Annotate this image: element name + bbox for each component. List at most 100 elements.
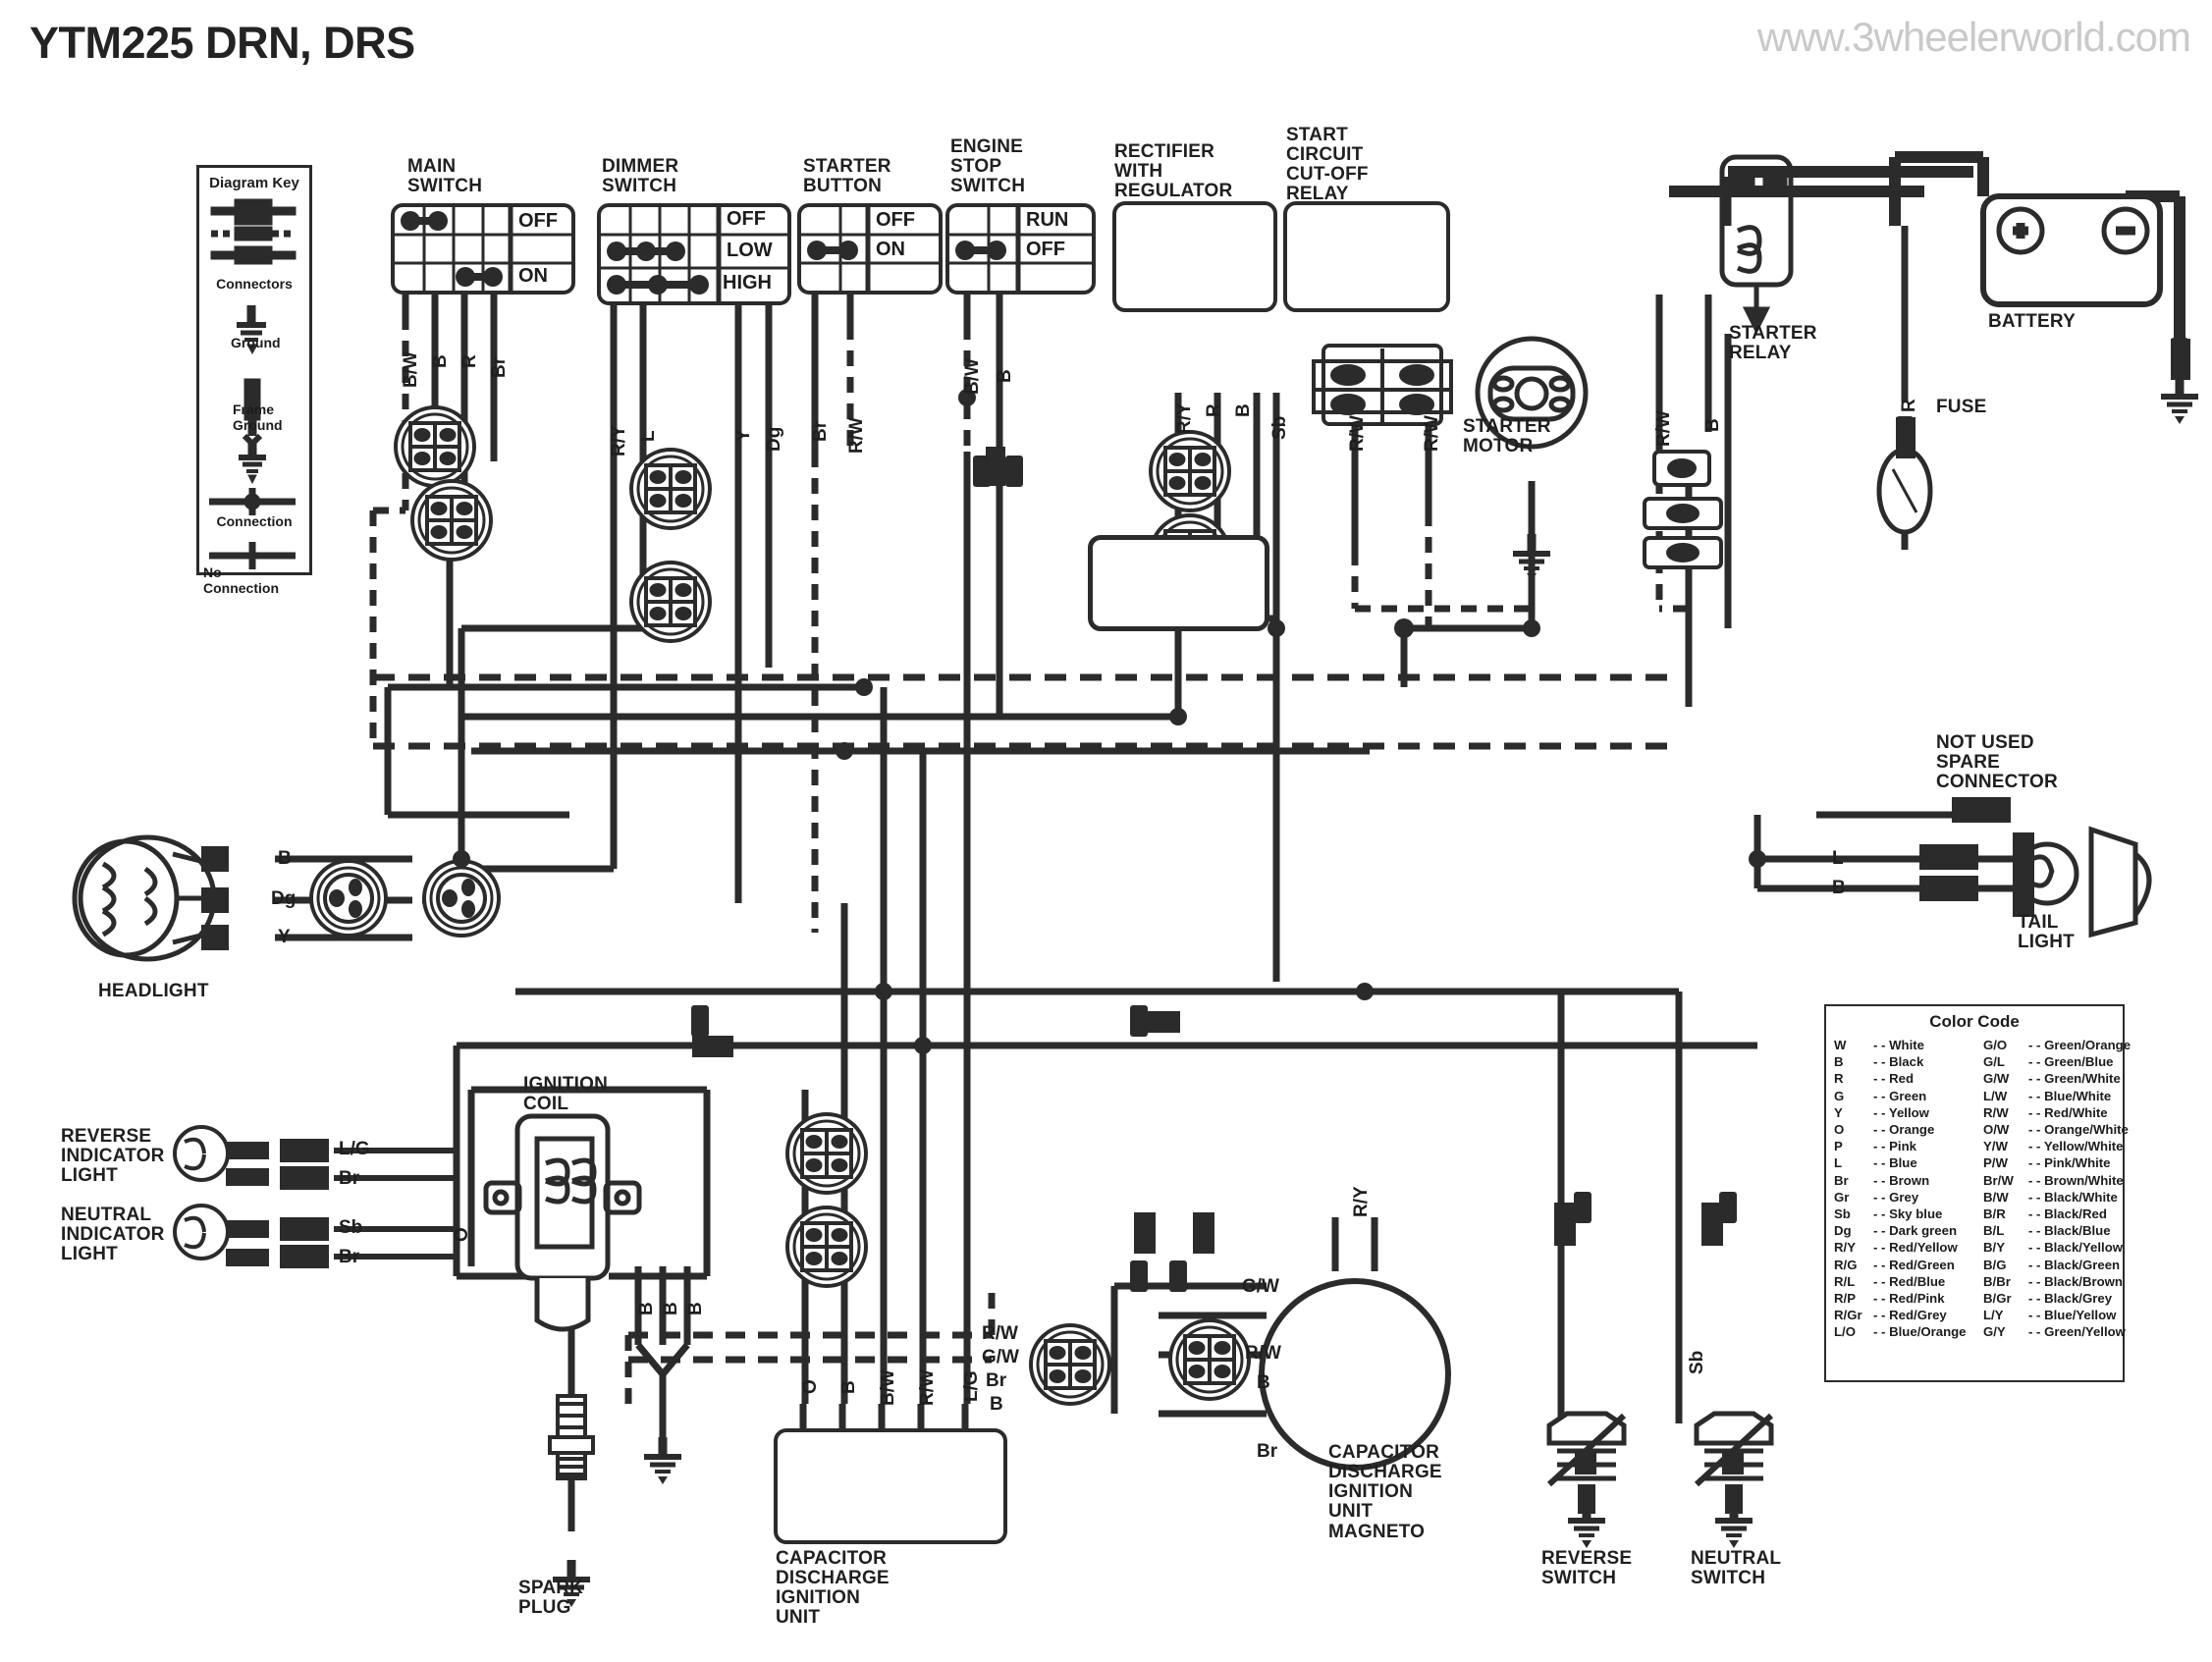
color-code-abbr: P (1834, 1139, 1843, 1154)
connector-headlight-a (309, 859, 388, 938)
color-code-name: - - White (1873, 1038, 1925, 1052)
wire-label-rect-r: R (1204, 403, 1224, 417)
color-code-abbr: B/W (1983, 1189, 2009, 1205)
color-code-name: - - Yellow/White (2028, 1139, 2124, 1154)
color-code-name: - - Black/Green (2028, 1257, 2121, 1272)
wire-label-mag-br: Br (1257, 1441, 1278, 1462)
rectifier-box[interactable] (1112, 201, 1277, 312)
cdi-magneto-label: CAPACITOR DISCHARGE IGNITION UNIT MAGNET… (1328, 1442, 1442, 1542)
engine-stop-table[interactable]: RUN OFF (945, 203, 1096, 295)
spark-plug-label: SPARK PLUG (518, 1578, 584, 1619)
color-code-abbr: B/Y (1983, 1240, 2005, 1256)
color-code-name: - - Brown (1873, 1172, 1930, 1188)
neutral-switch-symbol (1694, 1411, 1774, 1514)
neutral-indicator-label: NEUTRAL INDICATOR LIGHT (61, 1205, 165, 1265)
color-code-name: - - Red/Green (1873, 1257, 1955, 1272)
connector-cdi-lower (785, 1206, 868, 1288)
color-code-abbr: G (1834, 1088, 1845, 1103)
color-code-name: - - Black/White (2028, 1189, 2118, 1205)
color-code-abbr: B/L (1983, 1223, 2005, 1239)
color-code-name: - - Pink/White (2028, 1155, 2111, 1171)
engine-stop-pos-off: OFF (1026, 239, 1065, 260)
engine-stop-label: ENGINE STOP SWITCH (950, 136, 1026, 197)
spare-connector-label: NOT USED SPARE CONNECTOR (1936, 732, 2058, 793)
color-code-name: - - Red/Pink (1873, 1291, 1945, 1307)
color-code-abbr: L (1834, 1155, 1843, 1171)
color-code-abbr: B/Gr (1983, 1291, 2012, 1307)
connector-dimmer-upper (629, 448, 712, 530)
wire-label-relay-b: B (1702, 418, 1723, 432)
wire-label-dim-ry: R/Y (609, 425, 629, 456)
color-code-name: - - Red/Yellow (1873, 1240, 1958, 1256)
fuse-symbol (1876, 447, 1933, 535)
color-code-abbr: G/Y (1983, 1324, 2006, 1340)
color-code-name: - - Green/Blue (2028, 1054, 2114, 1070)
wire-label-mag-rw: R/W (1245, 1343, 1281, 1364)
wire-label-coil-gnd-b3: B (685, 1302, 706, 1315)
color-code-abbr: R/Y (1834, 1240, 1856, 1256)
starter-button-table[interactable]: OFF ON (797, 203, 943, 295)
cutoff-relay-box[interactable] (1283, 201, 1450, 312)
wire-label-cdi-out-rw: R/W (982, 1323, 1018, 1344)
fuse-label: FUSE (1936, 397, 1987, 417)
wire-label-mainsw-br: Br (489, 356, 510, 378)
color-code-abbr: O (1834, 1122, 1845, 1138)
color-code-abbr: W (1834, 1038, 1847, 1052)
diagram-key-glyphs (209, 198, 297, 569)
wire-label-neu-sb: Sb (339, 1217, 363, 1238)
color-code-name: - - Green/Yellow (2028, 1324, 2126, 1340)
engine-stop-pos-run: RUN (1026, 209, 1069, 231)
color-code-abbr: G/L (1983, 1054, 2005, 1070)
color-code-abbr: B (1834, 1054, 1844, 1070)
color-code-name: - - Green/White (2028, 1071, 2121, 1087)
color-code-name: - - Green (1873, 1088, 1927, 1103)
wire-label-magneto-ry: R/Y (1351, 1186, 1372, 1217)
ignition-coil-symbol (483, 1113, 642, 1332)
wire-label-tl-l: L (1832, 848, 1844, 869)
main-switch-pos-on: ON (518, 265, 548, 287)
cutoff-relay-label: START CIRCUIT CUT-OFF RELAY (1286, 125, 1369, 205)
color-code-name: - - Orange (1873, 1122, 1935, 1138)
cdi-magneto-symbol (1259, 1278, 1451, 1471)
starter-relay-label: STARTER RELAY (1729, 323, 1817, 364)
color-code-name: - - Black (1873, 1054, 1924, 1070)
battery-label: BATTERY (1988, 311, 2077, 332)
ground-symbol-coil (644, 1437, 681, 1484)
color-code-name: - - Grey (1873, 1189, 1919, 1205)
headlight-label: HEADLIGHT (98, 981, 209, 1001)
wire-label-cdi-out-b: B (990, 1394, 1003, 1415)
color-code-name: - - Blue (1873, 1155, 1917, 1171)
wire-label-cutoff-rw-2: R/W (1422, 415, 1442, 452)
color-code-abbr: Br/W (1983, 1172, 2014, 1188)
main-switch-pos-off: OFF (518, 210, 558, 232)
wire-label-stbtn-rw: R/W (846, 417, 867, 454)
color-code-abbr: B/G (1983, 1257, 2007, 1272)
color-code-name: - - Dark green (1873, 1223, 1958, 1239)
color-code-abbr: L/W (1983, 1088, 2008, 1103)
dimmer-pos-high: HIGH (723, 272, 772, 294)
key-label-frame-ground: Frame Ground (233, 402, 283, 433)
color-code-abbr: R/P (1834, 1291, 1856, 1307)
wire-label-cutoff-rw-1: R/W (1347, 415, 1368, 452)
wire-label-es-bw: B/W (962, 358, 983, 395)
color-code-abbr: L/O (1834, 1324, 1856, 1340)
cdi-unit-box[interactable] (774, 1428, 1007, 1544)
color-code-abbr: R (1834, 1071, 1844, 1087)
key-label-connectors: Connectors (216, 276, 293, 292)
color-code-name: - - Sky blue (1873, 1206, 1943, 1222)
color-code-abbr: P/W (1983, 1155, 2008, 1171)
color-code-name: - - Yellow (1873, 1104, 1929, 1120)
rectifier-lower-box (1088, 535, 1269, 631)
color-code-name: - - Black/Red (2028, 1206, 2107, 1222)
dimmer-switch-table[interactable]: OFF LOW HIGH (597, 203, 791, 305)
wire-label-cdi-b: B (838, 1380, 859, 1394)
color-code-name: - - Red/Blue (1873, 1273, 1946, 1289)
main-switch-table[interactable]: OFF ON (391, 203, 575, 295)
headlight-symbol (72, 834, 229, 962)
connector-cdi-out-a (1029, 1323, 1111, 1406)
starter-motor-label: STARTER MOTOR (1463, 416, 1551, 457)
color-code-abbr: B/R (1983, 1206, 2006, 1222)
starter-btn-pos-on: ON (876, 239, 905, 260)
wire-label-cdi-rw: R/W (917, 1369, 938, 1406)
wiring-diagram-canvas (72, 151, 2212, 1662)
